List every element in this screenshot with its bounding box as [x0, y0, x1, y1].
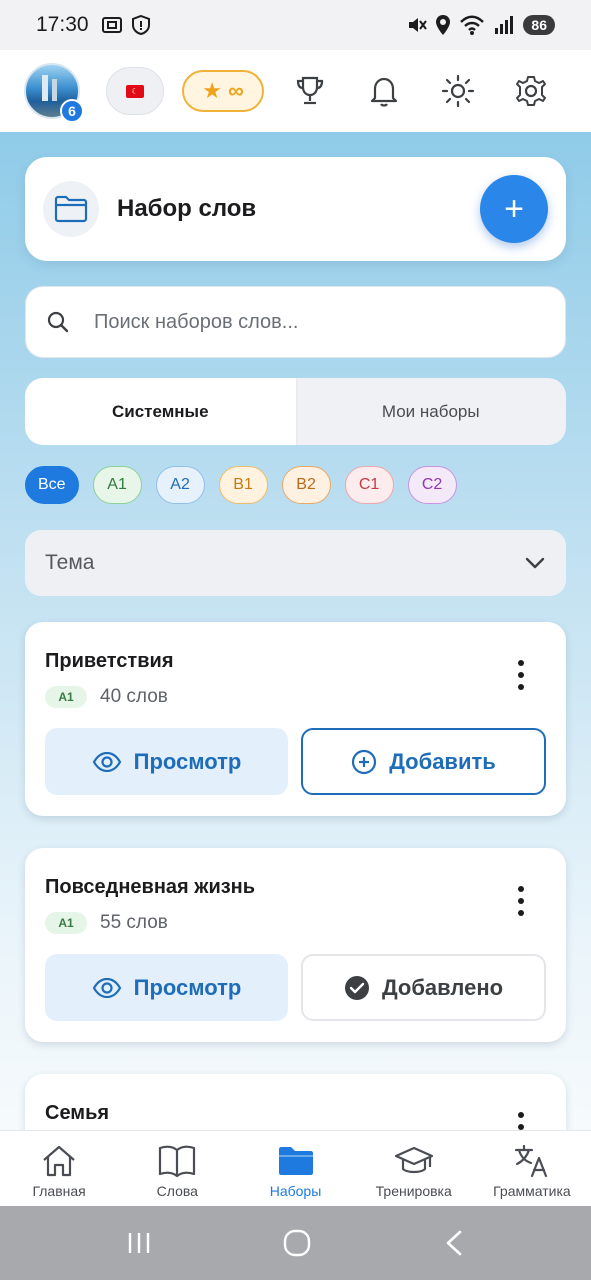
word-set-title: Семья: [45, 1102, 110, 1124]
star-icon: ★: [202, 78, 223, 103]
nav-sets-label: Наборы: [269, 1183, 322, 1199]
level-filter-chips: Все A1 A2 B1 B2 C1 C2: [25, 466, 457, 504]
word-set-card: Повседневная жизнь A1 55 слов Просмотр Д…: [25, 848, 566, 1042]
chip-b2[interactable]: B2: [281, 466, 331, 504]
top-app-bar: 6 ☾ ★ ∞: [0, 50, 591, 132]
topic-dropdown-label: Тема: [45, 551, 95, 574]
check-circle-icon: [344, 975, 369, 1000]
status-time: 17:30: [36, 13, 89, 36]
chevron-down-icon: [525, 557, 545, 569]
premium-button[interactable]: ★ ∞: [182, 70, 264, 112]
topic-dropdown[interactable]: Тема: [25, 530, 566, 596]
language-flag-button[interactable]: ☾: [106, 67, 164, 115]
search-input[interactable]: Поиск наборов слов...: [25, 286, 566, 358]
signal-icon: [495, 16, 514, 34]
nav-training-label: Тренировка: [375, 1183, 452, 1199]
word-set-card: Семья: [25, 1074, 566, 1130]
set-type-segmented-control: Системные Мои наборы: [25, 378, 566, 445]
folder-icon: [278, 1147, 313, 1175]
add-word-set-button[interactable]: +: [480, 175, 548, 243]
plus-icon: +: [504, 189, 524, 228]
nav-words[interactable]: Слова: [118, 1131, 236, 1206]
graduation-cap-icon: [394, 1146, 433, 1174]
view-button-label: Просмотр: [133, 974, 242, 1000]
status-bar: 17:30 86: [0, 0, 591, 50]
eye-icon: [92, 751, 121, 772]
folder-icon: [54, 195, 88, 223]
word-count: 40 слов: [100, 686, 168, 707]
battery-indicator: 86: [523, 15, 555, 35]
nav-grammar[interactable]: Грамматика: [473, 1131, 591, 1206]
more-options-icon[interactable]: [516, 1112, 526, 1130]
nav-sets[interactable]: Наборы: [236, 1131, 354, 1206]
nav-grammar-label: Грамматика: [493, 1183, 571, 1199]
chip-a1[interactable]: A1: [92, 466, 142, 504]
level-badge: A1: [45, 686, 87, 708]
nav-words-label: Слова: [156, 1183, 198, 1199]
chip-all[interactable]: Все: [25, 466, 79, 504]
main-content: Набор слов + Поиск наборов слов... Систе…: [0, 132, 591, 1130]
bell-icon: [370, 77, 398, 107]
add-button-label: Добавить: [389, 748, 496, 774]
shield-icon: [131, 14, 150, 36]
tab-system-sets[interactable]: Системные: [25, 378, 296, 445]
add-button[interactable]: Добавить: [301, 728, 546, 795]
view-button-label: Просмотр: [133, 748, 242, 774]
word-set-title: Повседневная жизнь: [45, 876, 256, 898]
plus-circle-icon: [352, 749, 377, 774]
word-set-title: Приветствия: [45, 650, 174, 672]
header-card: Набор слов +: [25, 157, 566, 261]
wifi-icon: [460, 15, 485, 35]
chip-a2[interactable]: A2: [155, 466, 205, 504]
avatar-level-badge: 6: [60, 99, 84, 123]
recent-apps-icon[interactable]: [125, 1230, 153, 1256]
avatar[interactable]: 6: [24, 63, 84, 123]
chip-c2[interactable]: C2: [407, 466, 457, 504]
nav-training[interactable]: Тренировка: [355, 1131, 473, 1206]
view-button[interactable]: Просмотр: [45, 728, 288, 795]
word-count: 55 слов: [100, 912, 168, 933]
chip-c1[interactable]: C1: [344, 466, 394, 504]
more-options-icon[interactable]: [516, 660, 526, 690]
word-set-card: Приветствия A1 40 слов Просмотр Добавить: [25, 622, 566, 816]
search-icon: [47, 311, 69, 333]
turkey-flag-icon: ☾: [126, 84, 144, 98]
added-button-label: Добавлено: [381, 974, 504, 1000]
bottom-navigation: Главная Слова Наборы Тренировка Граммати…: [0, 1130, 591, 1206]
level-badge: A1: [45, 912, 87, 934]
trophy-icon: [296, 76, 324, 105]
home-icon: [43, 1145, 75, 1177]
back-icon[interactable]: [442, 1228, 466, 1258]
nav-home-label: Главная: [32, 1183, 86, 1199]
sun-icon: [441, 74, 475, 108]
view-button[interactable]: Просмотр: [45, 954, 288, 1021]
more-options-icon[interactable]: [516, 886, 526, 916]
gear-icon: [516, 76, 546, 106]
page-title: Набор слов: [117, 195, 257, 222]
chip-b1[interactable]: B1: [218, 466, 268, 504]
book-icon: [159, 1145, 196, 1178]
theme-toggle-button[interactable]: [438, 71, 478, 111]
mute-icon: [409, 18, 428, 32]
location-icon: [436, 15, 451, 35]
infinity-label: ∞: [228, 78, 244, 103]
nav-home[interactable]: Главная: [0, 1131, 118, 1206]
notifications-button[interactable]: [364, 71, 404, 111]
eye-icon: [92, 977, 121, 998]
trophy-button[interactable]: [290, 71, 330, 111]
search-placeholder: Поиск наборов слов...: [94, 310, 299, 333]
home-circle-icon[interactable]: [282, 1228, 312, 1258]
system-navigation-bar: [0, 1206, 591, 1280]
added-button[interactable]: Добавлено: [301, 954, 546, 1021]
tab-my-sets[interactable]: Мои наборы: [296, 378, 567, 445]
translate-icon: [514, 1144, 548, 1178]
folder-badge: [43, 181, 99, 237]
screenshot-icon: [101, 17, 122, 33]
settings-button[interactable]: [511, 71, 551, 111]
